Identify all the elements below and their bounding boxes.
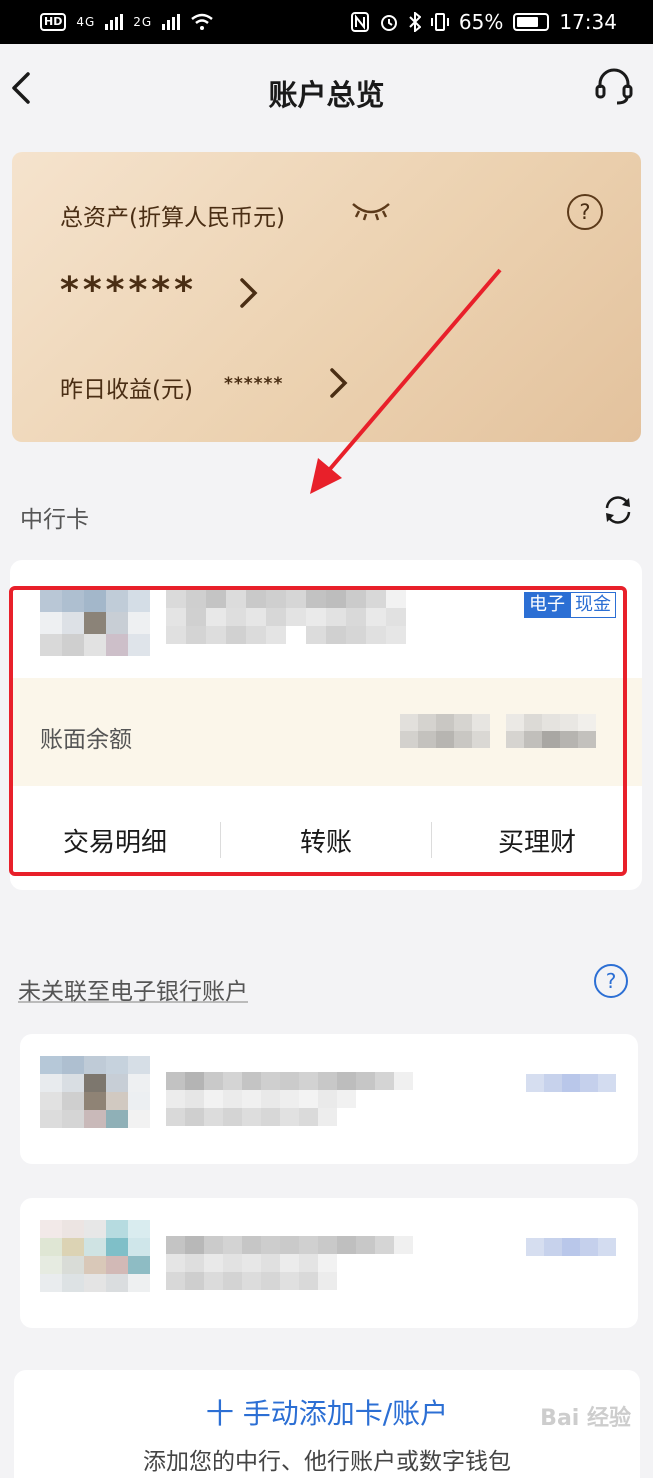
signal-bars-icon [162,14,181,30]
chevron-right-icon[interactable] [238,276,260,310]
card-thumbnail-blurred [40,1056,150,1128]
yesterday-income-value[interactable]: ****** [224,374,283,394]
boc-debit-card[interactable]: 电子 现金 账面余额 交易明细 转账 买理财 [10,560,642,890]
unlinked-accounts-section-label: 未关联至电子银行账户 [18,979,248,1005]
watermark: Bai 经验 [540,1406,631,1431]
eye-closed-icon[interactable] [350,198,392,222]
balance-band: 账面余额 [10,678,642,786]
bluetooth-icon [409,12,421,32]
total-assets-card: 总资产(折算人民币元) ? ****** 昨日收益(元) ****** [12,152,641,442]
account-action-blurred [526,1238,616,1256]
page-title: 账户总览 [268,78,385,112]
battery-percent: 65% [458,10,504,34]
card-actions: 交易明细 转账 买理财 [10,810,642,870]
question-icon[interactable]: ? [567,194,603,230]
signal-bars-icon [105,14,124,30]
boc-card-section-label: 中行卡 [20,507,89,533]
add-account-hint: 添加您的中行、他行账户或数字钱包 [143,1449,511,1475]
account-number-blurred [166,1072,413,1126]
yesterday-income-label: 昨日收益(元) [60,377,193,403]
nfc-icon [350,12,369,32]
transaction-details-button[interactable]: 交易明细 [10,822,220,859]
card-thumbnail-blurred [40,1220,150,1292]
card-number-blurred [166,590,406,644]
signal-2g-icon: 2G [133,15,153,29]
refresh-icon[interactable] [602,494,634,526]
card-info: 电子 现金 [10,560,642,678]
transfer-button[interactable]: 转账 [221,822,431,859]
status-bar: HD 4G 2G 65% 17:34 [0,0,653,44]
nav-bar: 账户总览 [0,44,653,136]
clock: 17:34 [559,10,617,34]
total-assets-value[interactable]: ****** [60,270,197,311]
vibrate-icon [430,13,449,31]
account-number-blurred [166,1236,413,1290]
card-tags: 电子 现金 [524,592,616,618]
balance-label: 账面余额 [40,727,132,753]
chevron-right-icon[interactable] [328,366,350,400]
unlinked-account-item[interactable] [20,1198,638,1328]
question-icon[interactable]: ? [594,964,628,998]
wifi-icon [191,13,213,30]
battery-icon [513,13,550,31]
alarm-icon [380,15,397,31]
signal-4g-icon: 4G [76,15,96,29]
total-assets-label: 总资产(折算人民币元) [60,205,285,231]
customer-service-headset-icon[interactable] [593,66,635,108]
balance-value-blurred [400,714,596,748]
tag-electronic: 电子 [524,592,570,618]
buy-wealth-product-button[interactable]: 买理财 [432,822,642,859]
card-thumbnail-blurred [40,590,150,656]
hd-badge: HD [40,13,67,31]
tag-cash: 现金 [570,592,616,618]
unlinked-account-item[interactable] [20,1034,638,1164]
account-action-blurred [526,1074,616,1092]
